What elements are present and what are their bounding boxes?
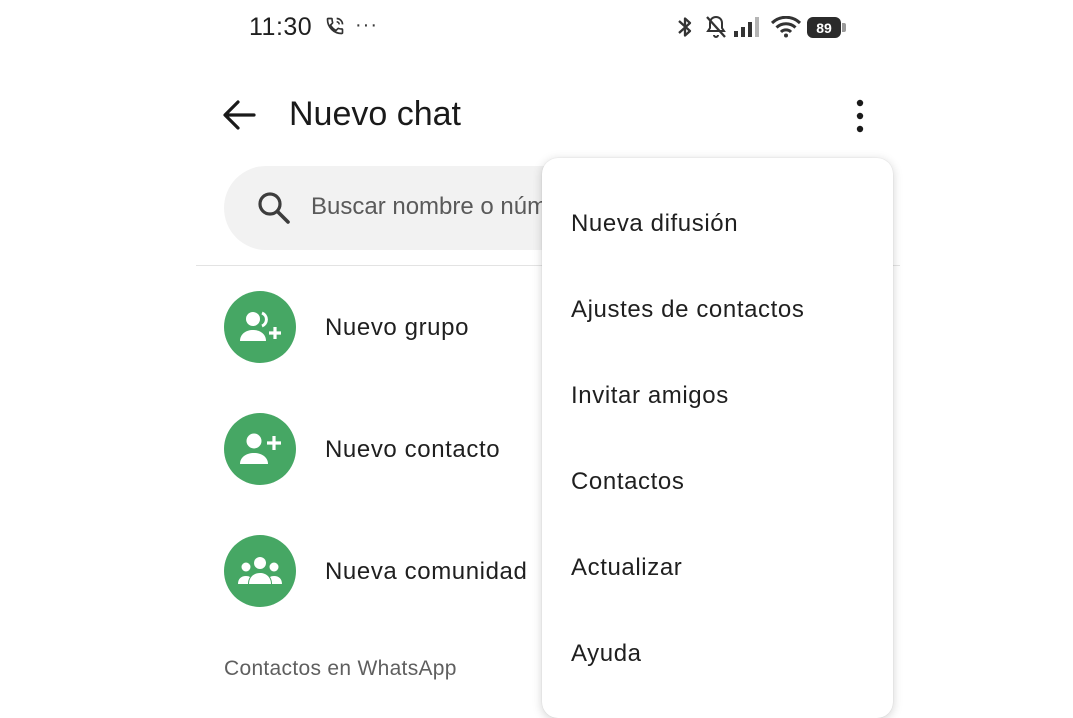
phone-call-icon — [326, 17, 344, 35]
menu-item-invitar-amigos[interactable]: Invitar amigos — [571, 382, 729, 410]
status-overflow-icon: ··· — [355, 14, 378, 36]
new-group-label[interactable]: Nuevo grupo — [325, 314, 469, 342]
bluetooth-icon — [678, 17, 692, 37]
community-glyph — [238, 557, 282, 584]
new-contact-label[interactable]: Nuevo contacto — [325, 436, 500, 464]
group-add-glyph — [240, 311, 281, 341]
overflow-menu: Nueva difusión Ajustes de contactos Invi… — [542, 158, 893, 718]
menu-item-nueva-difusion[interactable]: Nueva difusión — [571, 210, 738, 238]
community-icon[interactable] — [224, 535, 296, 607]
person-add-icon[interactable] — [224, 413, 296, 485]
new-community-label[interactable]: Nueva comunidad — [325, 558, 527, 586]
page-title: Nuevo chat — [289, 95, 461, 133]
wifi-icon — [770, 16, 802, 38]
section-header: Contactos en WhatsApp — [224, 657, 457, 680]
signal-icon — [734, 17, 759, 37]
bell-off-icon — [706, 15, 726, 38]
battery-level: 89 — [816, 19, 832, 36]
kebab-menu-icon[interactable] — [850, 96, 870, 136]
status-time: 11:30 — [249, 13, 313, 41]
battery-indicator: 89 — [807, 17, 841, 38]
search-input[interactable]: Buscar nombre o núm — [311, 193, 547, 221]
menu-item-actualizar[interactable]: Actualizar — [571, 554, 682, 582]
menu-item-contactos[interactable]: Contactos — [571, 468, 684, 496]
menu-item-ajustes-contactos[interactable]: Ajustes de contactos — [571, 296, 804, 324]
search-icon — [258, 192, 290, 224]
arrow-left-icon[interactable] — [221, 98, 257, 132]
menu-item-ayuda[interactable]: Ayuda — [571, 640, 642, 668]
person-add-glyph — [240, 433, 281, 464]
battery-tip — [842, 23, 846, 32]
group-add-icon[interactable] — [224, 291, 296, 363]
